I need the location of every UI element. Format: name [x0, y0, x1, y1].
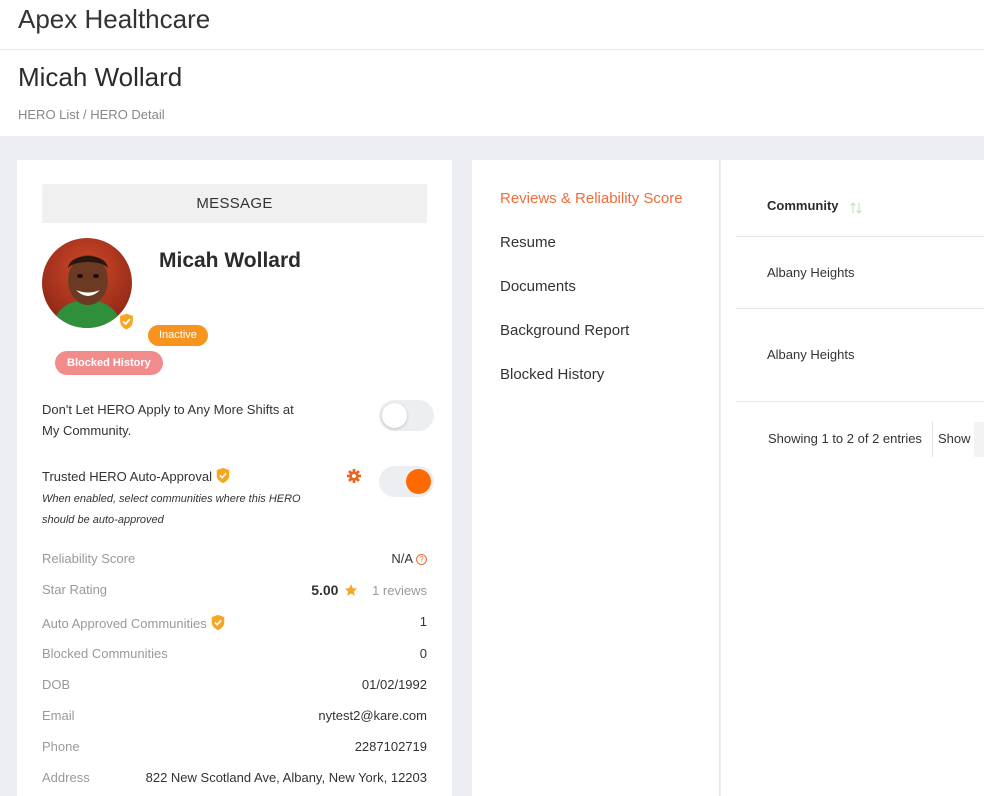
star-rating-number: 5.00 — [311, 582, 339, 598]
show-entries-label: Show — [938, 431, 971, 446]
email-label: Email — [42, 708, 75, 723]
tab-blocked-history[interactable]: Blocked History — [500, 366, 604, 383]
column-header-community[interactable]: Community — [767, 198, 839, 213]
row-divider — [736, 308, 984, 309]
blocked-communities-label: Blocked Communities — [42, 646, 168, 661]
no-apply-toggle[interactable] — [379, 400, 434, 431]
review-count[interactable]: 1 reviews — [372, 583, 427, 598]
dob-label: DOB — [42, 677, 71, 692]
table-row: Albany Heights — [767, 347, 855, 362]
auto-approval-label-text: Trusted HERO Auto-Approval — [42, 469, 213, 484]
community-table: Community Albany Heights Albany Heights … — [721, 160, 984, 796]
star-rating-label: Star Rating — [42, 582, 108, 597]
show-entries-select[interactable] — [974, 422, 984, 457]
table-row: Albany Heights — [767, 265, 855, 280]
info-row-blocked-communities: Blocked Communities 0 — [42, 646, 427, 666]
table-info: Showing 1 to 2 of 2 entries — [768, 431, 922, 446]
app-bar: Apex Healthcare — [0, 0, 984, 50]
gear-icon[interactable] — [346, 468, 362, 484]
status-badge: Inactive — [148, 325, 208, 346]
tab-reviews-reliability[interactable]: Reviews & Reliability Score — [500, 190, 683, 207]
star-rating-value: 5.00 1 reviews — [311, 582, 427, 598]
phone-label: Phone — [42, 739, 80, 754]
auto-approved-value: 1 — [419, 614, 427, 629]
info-row-dob: DOB 01/02/1992 — [42, 677, 427, 697]
detail-tabs: Reviews & Reliability Score Resume Docum… — [472, 160, 720, 796]
tab-background-report[interactable]: Background Report — [500, 322, 629, 339]
breadcrumb-hero-list[interactable]: HERO List — [18, 107, 79, 122]
reliability-label: Reliability Score — [42, 551, 136, 566]
footer-divider — [932, 422, 933, 457]
auto-approval-toggle[interactable] — [379, 466, 434, 497]
info-row-reliability: Reliability Score N/A? — [42, 551, 427, 571]
tab-resume[interactable]: Resume — [500, 234, 556, 251]
no-apply-label-line1: Don't Let HERO Apply to Any More Shifts … — [42, 402, 294, 417]
shield-check-icon — [216, 467, 230, 484]
no-apply-label-line2: My Community. — [42, 423, 132, 438]
row-divider — [736, 401, 984, 402]
app-title: Apex Healthcare — [18, 4, 211, 34]
auto-approval-description-line2: should be auto-approved — [42, 514, 164, 526]
page-header: Micah Wollard HERO List / HERO Detail — [0, 50, 984, 136]
dob-value: 01/02/1992 — [361, 677, 427, 692]
info-row-auto-approved: Auto Approved Communities 1 — [42, 614, 427, 634]
info-row-email: Email nytest2@kare.com — [42, 708, 427, 728]
shield-check-icon — [118, 312, 135, 331]
shield-check-icon — [211, 614, 225, 631]
auto-approval-description: When enabled, select communities where t… — [42, 489, 342, 531]
address-label: Address — [42, 770, 90, 785]
phone-value: 2287102719 — [354, 739, 427, 754]
auto-approval-description-line1: When enabled, select communities where t… — [42, 493, 301, 505]
info-row-phone: Phone 2287102719 — [42, 739, 427, 759]
info-row-star-rating: Star Rating 5.00 1 reviews — [42, 582, 427, 602]
question-circle-icon[interactable]: ? — [416, 554, 427, 565]
address-value: 822 New Scotland Ave, Albany, New York, … — [145, 770, 427, 785]
auto-approved-label: Auto Approved Communities — [42, 614, 226, 631]
toggle-knob — [382, 403, 407, 428]
profile-card: MESSAGE Micah Wollard Inactive Blocked H… — [17, 160, 452, 796]
message-button[interactable]: MESSAGE — [42, 184, 427, 223]
no-apply-label: Don't Let HERO Apply to Any More Shifts … — [42, 399, 294, 441]
breadcrumb: HERO List / HERO Detail — [18, 107, 165, 122]
tab-documents[interactable]: Documents — [500, 278, 576, 295]
blocked-communities-value: 0 — [419, 646, 427, 661]
page-title: Micah Wollard — [18, 62, 183, 92]
breadcrumb-hero-detail: HERO Detail — [90, 107, 165, 122]
reliability-value-text: N/A — [391, 551, 413, 566]
breadcrumb-separator: / — [79, 107, 91, 122]
sort-arrows-icon[interactable] — [849, 201, 863, 215]
info-row-address: Address 822 New Scotland Ave, Albany, Ne… — [42, 770, 427, 790]
hero-name: Micah Wollard — [159, 249, 301, 272]
email-value: nytest2@kare.com — [318, 708, 427, 723]
row-divider — [736, 236, 984, 237]
star-icon — [344, 584, 358, 596]
auto-approved-label-text: Auto Approved Communities — [42, 616, 207, 631]
toggle-knob — [406, 469, 431, 494]
reliability-value: N/A? — [391, 551, 427, 566]
auto-approval-label: Trusted HERO Auto-Approval — [42, 466, 231, 487]
blocked-history-badge[interactable]: Blocked History — [55, 351, 163, 375]
